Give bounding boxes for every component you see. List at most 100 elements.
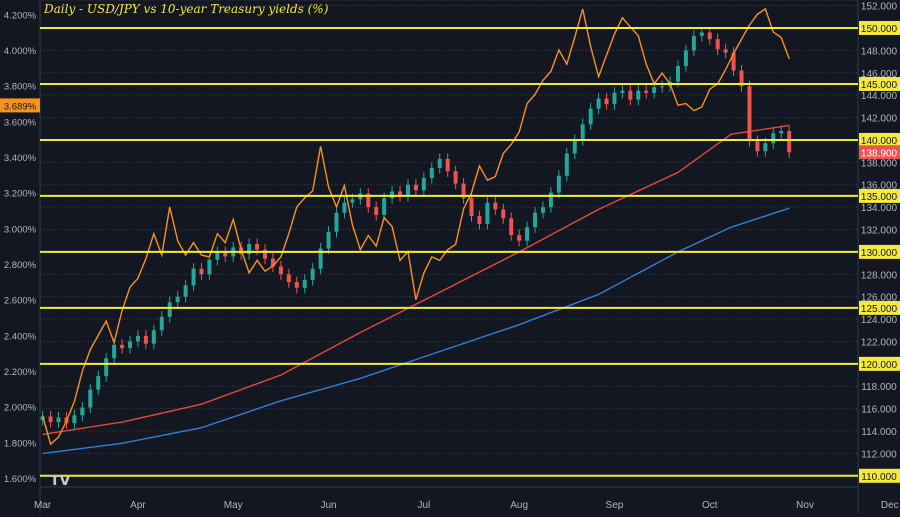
x-axis-tick-label: Oct	[702, 500, 718, 511]
left-axis-tick-label: 3.600%	[4, 117, 37, 128]
candle-body	[699, 32, 704, 36]
right-axis-tick-label: 152.000	[861, 2, 898, 13]
candle-body	[326, 231, 331, 249]
left-axis-tick-label: 2.400%	[4, 331, 37, 342]
candle-body	[302, 279, 307, 288]
candle-body	[715, 39, 720, 50]
candle-body	[771, 133, 776, 144]
candle-body	[707, 32, 712, 40]
left-axis-tick-label: 3.000%	[4, 224, 37, 235]
chart-area: 110.000 112.000 114.000 116.000 118.000 120.0…	[0, 0, 900, 513]
candle-body	[207, 259, 212, 275]
moving-average-line	[42, 124, 790, 436]
candle-body	[485, 202, 490, 224]
candle-body	[128, 341, 133, 349]
candle-body	[564, 153, 569, 176]
candle-body	[556, 175, 561, 193]
candle-body	[199, 268, 204, 275]
candle-body	[286, 274, 291, 283]
x-axis-tick-label: Jul	[417, 500, 430, 511]
right-axis-tick-label: 145.000	[861, 80, 898, 91]
tradingview-logo-icon: 𝗧𝗩	[50, 472, 71, 488]
candle-body	[596, 98, 601, 109]
candle-body	[56, 417, 61, 423]
candle-body	[620, 90, 625, 93]
candle-body	[167, 302, 172, 317]
x-axis-tick-label: Jun	[320, 500, 336, 511]
left-axis-tick-label: 2.600%	[4, 296, 37, 307]
candle-body	[382, 198, 387, 215]
left-axis-tick-label: 4.000%	[4, 46, 37, 57]
candle-body	[255, 244, 260, 250]
candle-body	[112, 344, 117, 359]
right-axis-tick-label: 132.000	[861, 226, 898, 237]
current-price-label: 138.900	[861, 148, 898, 159]
right-axis-tick-label: 142.000	[861, 114, 898, 125]
candle-body	[509, 218, 514, 236]
candle-body	[80, 407, 85, 416]
left-axis-tick-label: 3.400%	[4, 153, 37, 164]
right-axis-tick-label: 138.000	[861, 158, 898, 169]
candle-body	[342, 202, 347, 213]
left-axis-tick-label: 1.800%	[4, 438, 37, 449]
left-axis-tick-label: 3.200%	[4, 189, 37, 200]
right-axis-tick-label: 150.000	[861, 24, 898, 35]
candle-body	[683, 50, 688, 67]
candle-body	[413, 184, 418, 191]
candle-body	[143, 335, 148, 344]
candle-body	[175, 296, 180, 303]
candle-body	[72, 415, 77, 424]
candle-body	[660, 86, 665, 88]
candle-body	[477, 216, 482, 224]
chart-svg: 110.000 112.000 114.000 116.000 118.000 120.0…	[0, 0, 900, 513]
right-axis-tick-label: 114.000	[861, 427, 897, 438]
candle-body	[445, 158, 450, 172]
candle-body	[612, 92, 617, 105]
candle-body	[421, 178, 426, 191]
x-axis-tick-label: Aug	[510, 500, 528, 511]
chart-title: Daily - USD/JPY vs 10-year Treasury yiel…	[44, 2, 329, 16]
right-axis-tick-label: 134.000	[861, 203, 898, 214]
left-axis-tick-label: 2.000%	[4, 403, 37, 414]
candle-body	[533, 212, 538, 228]
candle-body	[350, 199, 355, 203]
candle-body	[548, 192, 553, 208]
candle-body	[159, 316, 164, 331]
right-axis-tick-label: 110.000	[861, 472, 897, 483]
x-axis-tick-label: Nov	[796, 500, 814, 511]
right-axis-tick-label: 148.000	[861, 46, 898, 57]
candle-body	[191, 268, 196, 286]
left-axis-tick-label: 4.200%	[4, 10, 37, 21]
left-axis-tick-label: 1.600%	[4, 474, 37, 485]
candle-body	[429, 167, 434, 179]
candle-body	[644, 90, 649, 93]
candle-body	[120, 344, 125, 349]
candle-body	[604, 98, 609, 105]
candle-body	[572, 139, 577, 154]
candle-body	[183, 285, 188, 297]
candle-body	[763, 143, 768, 152]
candle-body	[755, 141, 760, 152]
right-axis-tick-label: 135.000	[861, 192, 898, 203]
x-axis-tick-label: Apr	[130, 500, 146, 511]
candle-body	[580, 124, 585, 140]
candle-body	[493, 202, 498, 210]
candle-body	[437, 158, 442, 168]
x-axis-tick-label: May	[224, 500, 243, 511]
candle-body	[675, 66, 680, 82]
right-axis-tick-label: 130.000	[861, 248, 898, 259]
right-axis-tick-label: 116.000	[861, 405, 897, 416]
candle-body	[787, 130, 792, 153]
right-axis-tick-label: 112.000	[861, 449, 897, 460]
candle-body	[517, 235, 522, 241]
left-axis-tick-label: 3.800%	[4, 82, 37, 93]
candle-body	[779, 130, 784, 134]
right-axis-tick-label: 122.000	[861, 337, 898, 348]
candle-body	[525, 227, 530, 241]
candle-body	[310, 268, 315, 280]
candle-body	[691, 35, 696, 51]
right-axis-tick-label: 128.000	[861, 270, 898, 281]
candle-body	[96, 376, 101, 390]
left-axis-tick-label: 2.800%	[4, 260, 37, 271]
candle-body	[405, 184, 410, 196]
